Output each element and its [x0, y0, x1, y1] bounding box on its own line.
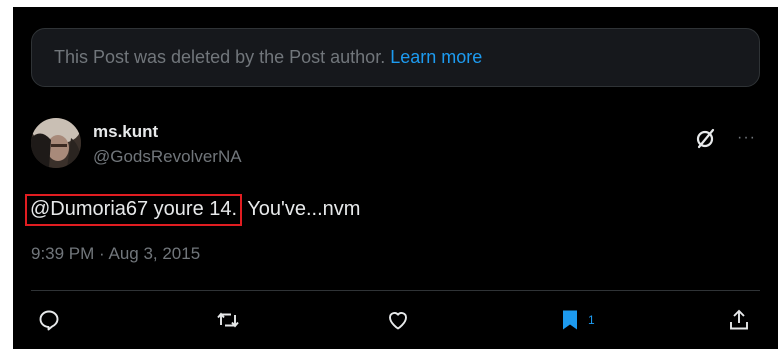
reply-icon	[39, 310, 59, 331]
left-edge	[13, 7, 16, 349]
highlighted-text: @Dumoria67 youre 14.	[25, 194, 243, 226]
display-name[interactable]: ms.kunt	[93, 122, 158, 142]
avatar[interactable]	[31, 118, 81, 168]
share-button[interactable]	[727, 307, 751, 333]
like-button[interactable]	[386, 307, 410, 333]
reply-button[interactable]	[37, 307, 61, 333]
post-text-rest: You've...nvm	[242, 198, 361, 220]
grok-icon[interactable]	[694, 126, 718, 150]
divider	[31, 290, 760, 291]
like-icon	[389, 312, 407, 330]
user-handle[interactable]: @GodsRevolverNA	[93, 147, 242, 167]
more-options-icon[interactable]: ···	[737, 129, 759, 147]
post-text: @Dumoria67 youre 14. You've...nvm	[25, 194, 361, 226]
post-view: This Post was deleted by the Post author…	[13, 7, 778, 349]
bookmark-count: 1	[588, 313, 595, 327]
post-timestamp[interactable]: 9:39 PM · Aug 3, 2015	[31, 244, 200, 264]
avatar-image	[31, 118, 81, 168]
deleted-post-notice: This Post was deleted by the Post author…	[31, 28, 760, 87]
repost-button[interactable]	[216, 307, 240, 333]
share-icon	[730, 309, 748, 330]
repost-icon	[217, 312, 239, 328]
bookmark-icon	[563, 310, 577, 330]
bookmark-button[interactable]: 1	[558, 307, 595, 333]
learn-more-link[interactable]: Learn more	[390, 47, 482, 68]
deleted-notice-text: This Post was deleted by the Post author…	[54, 47, 386, 67]
